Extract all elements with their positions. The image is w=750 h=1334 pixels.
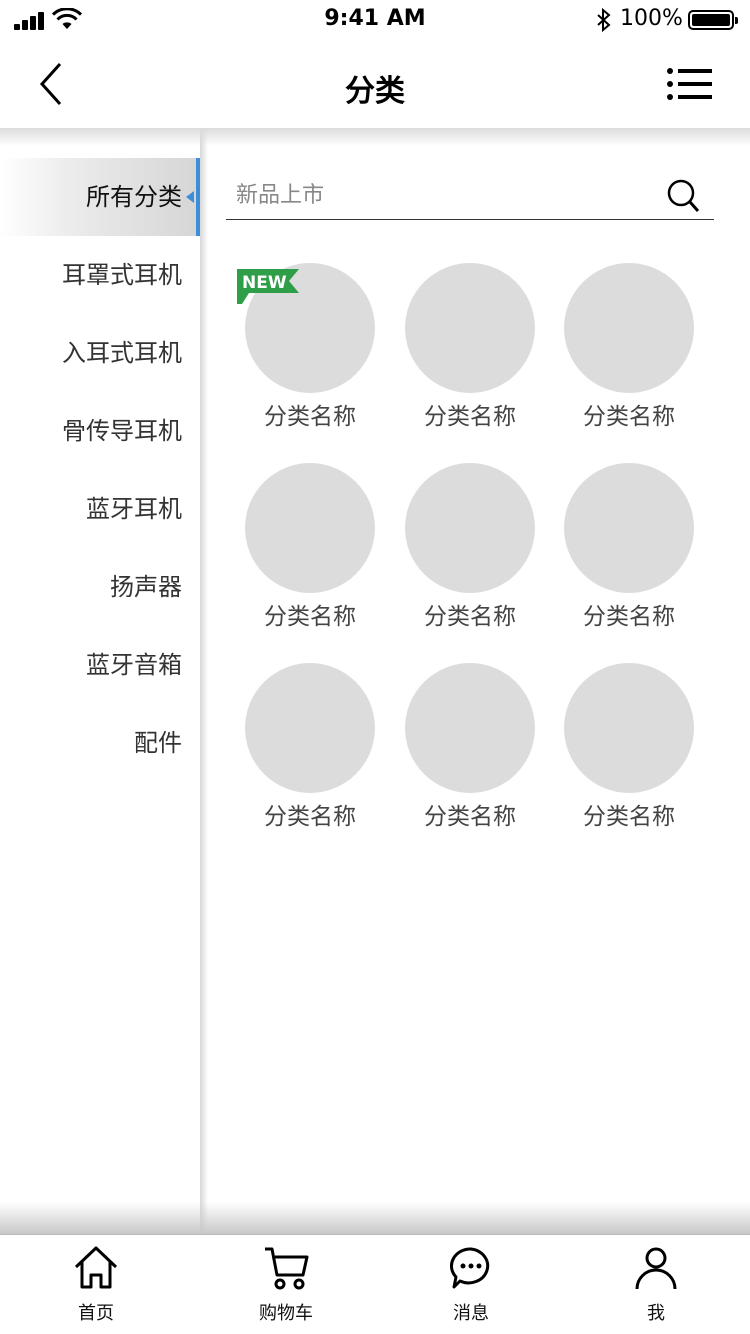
tab-me[interactable]: 我 — [596, 1235, 716, 1334]
category-label: 分类名称 — [583, 404, 675, 430]
user-icon — [635, 1247, 677, 1290]
sidebar-item-bone-conduction[interactable]: 骨传导耳机 — [0, 392, 200, 470]
category-item[interactable]: 分类名称 — [400, 263, 540, 443]
tab-label: 消息 — [453, 1303, 489, 1324]
content-area: 所有分类 耳罩式耳机 入耳式耳机 骨传导耳机 蓝牙耳机 扬声器 蓝牙音箱 配件 … — [0, 128, 750, 1234]
page-title: 分类 — [345, 74, 405, 109]
sidebar-item-over-ear[interactable]: 耳罩式耳机 — [0, 236, 200, 314]
category-image — [564, 663, 694, 793]
category-item[interactable]: 分类名称 — [559, 463, 699, 643]
status-bar: 9:41 AM 100% — [0, 0, 750, 40]
battery-icon — [688, 10, 738, 30]
search-bar — [226, 172, 714, 220]
category-image — [405, 663, 535, 793]
category-item[interactable]: 分类名称 — [559, 663, 699, 843]
sidebar-item-accessories[interactable]: 配件 — [0, 704, 200, 782]
category-image — [405, 463, 535, 593]
category-label: 分类名称 — [583, 804, 675, 830]
tab-bar: 首页 购物车 消息 我 — [0, 1234, 750, 1334]
sidebar-item-bluetooth-speakers[interactable]: 蓝牙音箱 — [0, 626, 200, 704]
nav-bar: 分类 — [0, 40, 750, 128]
back-button[interactable] — [30, 60, 74, 108]
tab-label: 首页 — [78, 1303, 114, 1324]
list-menu-icon — [667, 68, 712, 100]
category-label: 分类名称 — [264, 404, 356, 430]
category-image — [564, 263, 694, 393]
category-image — [245, 663, 375, 793]
battery-percent: 100% — [620, 6, 683, 31]
category-label: 分类名称 — [583, 604, 675, 630]
category-item[interactable]: 分类名称 — [559, 263, 699, 443]
header-shadow — [0, 128, 750, 146]
tab-label: 购物车 — [259, 1303, 313, 1324]
sidebar-item-speakers[interactable]: 扬声器 — [0, 548, 200, 626]
search-icon[interactable] — [666, 178, 700, 214]
category-label: 分类名称 — [424, 604, 516, 630]
category-item[interactable]: 分类名称 — [400, 663, 540, 843]
search-input[interactable] — [226, 172, 646, 218]
bluetooth-icon — [597, 8, 611, 32]
sidebar-item-all[interactable]: 所有分类 — [0, 158, 200, 236]
menu-button[interactable] — [666, 66, 714, 102]
sidebar-item-bluetooth-earphones[interactable]: 蓝牙耳机 — [0, 470, 200, 548]
sidebar-divider — [200, 128, 208, 1234]
category-item[interactable]: NEW 分类名称 — [237, 263, 380, 443]
tab-cart[interactable]: 购物车 — [226, 1235, 346, 1334]
new-badge: NEW — [237, 269, 299, 304]
chevron-left-icon — [39, 62, 62, 106]
sidebar-item-in-ear[interactable]: 入耳式耳机 — [0, 314, 200, 392]
category-label: 分类名称 — [424, 804, 516, 830]
category-image — [245, 463, 375, 593]
category-label: 分类名称 — [424, 404, 516, 430]
tab-home[interactable]: 首页 — [36, 1235, 156, 1334]
svg-text:NEW: NEW — [242, 273, 287, 293]
category-item[interactable]: 分类名称 — [400, 463, 540, 643]
home-icon — [74, 1246, 118, 1289]
message-icon — [449, 1247, 490, 1289]
category-item[interactable]: 分类名称 — [240, 463, 380, 643]
tab-messages[interactable]: 消息 — [411, 1235, 531, 1334]
cart-icon — [265, 1247, 309, 1290]
category-image — [405, 263, 535, 393]
footer-shadow — [0, 1202, 750, 1234]
category-label: 分类名称 — [264, 604, 356, 630]
category-sidebar: 所有分类 耳罩式耳机 入耳式耳机 骨传导耳机 蓝牙耳机 扬声器 蓝牙音箱 配件 — [0, 128, 200, 1234]
category-item[interactable]: 分类名称 — [240, 663, 380, 843]
category-image — [564, 463, 694, 593]
category-label: 分类名称 — [264, 804, 356, 830]
tab-label: 我 — [647, 1303, 665, 1324]
